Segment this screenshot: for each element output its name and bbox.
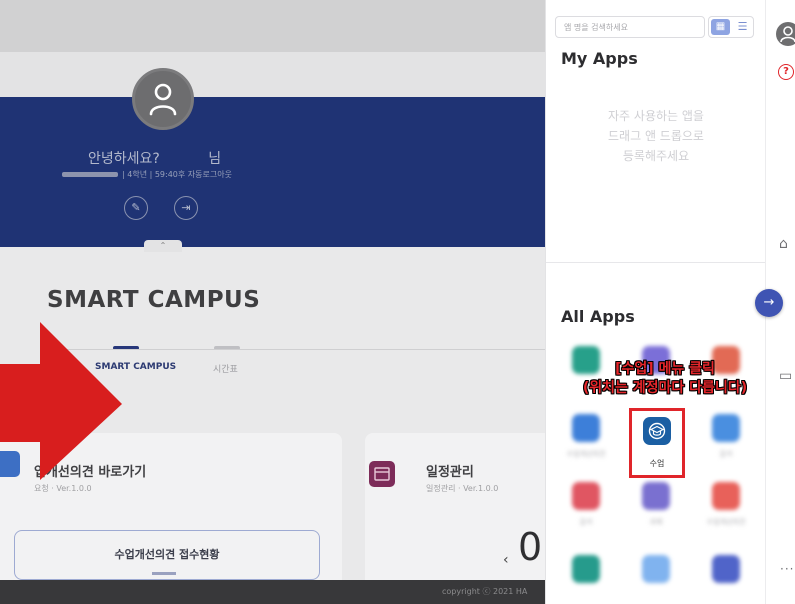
app-class-label: 수업 — [649, 459, 665, 468]
page-title: SMART CAMPUS — [47, 287, 261, 313]
user-info: | 4학년 | 59:40후 자동로그아웃 — [62, 169, 232, 180]
my-apps-title: My Apps — [561, 49, 638, 68]
guide-arrow-icon — [0, 322, 122, 480]
logout-icon: ⇥ — [181, 201, 191, 214]
app-search-input[interactable]: 앱 명을 검색하세요 — [555, 16, 705, 38]
view-toggle: ▦ ☰ — [708, 16, 754, 38]
search-placeholder: 앱 명을 검색하세요 — [564, 23, 628, 32]
app-window: 안녕하세요? 님 | 4학년 | 59:40후 자동로그아웃 ✎ ⇥ ⌃ SMA… — [0, 0, 795, 604]
app-class-tile — [643, 417, 671, 445]
greeting-text: 안녕하세요? — [88, 151, 160, 167]
more-icon[interactable]: ··· — [780, 562, 794, 576]
list-view-icon[interactable]: ☰ — [734, 19, 751, 35]
instruction-callout: [수업] 메뉴 클릭 (위치는 계정마다 다릅니다) — [568, 360, 762, 398]
main-page: 안녕하세요? 님 | 4학년 | 59:40후 자동로그아웃 ✎ ⇥ ⌃ SMA… — [0, 0, 545, 604]
user-icon — [780, 26, 795, 43]
app-label: 과제 — [649, 518, 663, 526]
pager-bar — [152, 572, 176, 575]
app-label: 출석 — [719, 450, 733, 458]
arrow-right-icon: → — [763, 295, 775, 310]
graduation-cap-icon — [648, 422, 666, 440]
app-icon — [712, 555, 740, 583]
app-icon — [712, 482, 740, 510]
footer: copyright ⓒ 2021 HA — [0, 580, 545, 604]
app-tile[interactable]: 수업개선의견 — [562, 412, 610, 468]
app-label: 수업개선의견 — [706, 518, 746, 526]
app-tile[interactable]: 과제 — [632, 480, 680, 536]
calendar-icon — [369, 461, 395, 487]
help-icon[interactable]: ? — [778, 64, 794, 80]
hero-top-strip — [0, 52, 545, 97]
schedule-count: 0 — [518, 525, 543, 569]
app-icon — [572, 555, 600, 583]
rail-user-avatar[interactable] — [776, 22, 795, 46]
edit-profile-button[interactable]: ✎ — [124, 196, 148, 220]
tab-timetable[interactable]: 시간표 — [213, 362, 238, 375]
chevron-up-icon: ⌃ — [159, 241, 167, 250]
card-schedule[interactable]: 일정관리 일정관리 · Ver.1.0.0 — [365, 433, 545, 603]
user-info-text: | 4학년 | 59:40후 자동로그아웃 — [122, 170, 232, 179]
callout-line-1: [수업] 메뉴 클릭 — [615, 361, 715, 377]
app-tile[interactable]: 출석 — [702, 412, 750, 468]
expand-arrow-button[interactable]: → — [755, 289, 783, 317]
card-subtitle: 일정관리 · Ver.1.0.0 — [426, 484, 499, 493]
chevron-left-icon[interactable]: ‹ — [503, 552, 509, 568]
profile-avatar[interactable] — [132, 68, 194, 130]
redacted-name — [62, 172, 118, 177]
grid-view-icon[interactable]: ▦ — [711, 19, 730, 35]
app-label: 출석 — [579, 518, 593, 526]
logout-button[interactable]: ⇥ — [174, 196, 198, 220]
app-label: 수업개선의견 — [566, 450, 606, 458]
my-apps-empty-message: 자주 사용하는 앱을 드래그 앤 드롭으로 등록해주세요 — [566, 106, 746, 166]
card-subtitle: 요청 · Ver.1.0.0 — [34, 484, 92, 493]
app-icon — [572, 414, 600, 442]
feedback-status-label: 수업개선의견 접수현황 — [114, 548, 220, 561]
user-icon — [149, 83, 177, 116]
app-icon — [642, 555, 670, 583]
empty-line-3: 등록해주세요 — [622, 149, 690, 163]
pencil-icon: ✎ — [131, 201, 141, 214]
empty-line-1: 자주 사용하는 앱을 — [608, 109, 704, 123]
app-icon — [572, 482, 600, 510]
app-drawer: 앱 명을 검색하세요 ▦ ☰ My Apps 자주 사용하는 앱을 드래그 앤 … — [545, 0, 783, 604]
greeting-suffix: 님 — [208, 151, 222, 167]
app-tile[interactable] — [632, 553, 680, 604]
home-icon[interactable]: ⌂ — [779, 236, 788, 252]
app-tile[interactable]: 출석 — [562, 480, 610, 536]
app-icon — [712, 414, 740, 442]
copyright-text: copyright ⓒ 2021 HA — [442, 587, 528, 596]
app-class-highlight[interactable]: 수업 — [629, 408, 685, 478]
card-title: 일정관리 — [426, 465, 474, 480]
empty-line-2: 드래그 앤 드롭으로 — [608, 129, 704, 143]
collapse-toggle[interactable]: ⌃ — [144, 240, 182, 252]
greeting: 안녕하세요? 님 — [88, 148, 288, 168]
app-tile[interactable] — [702, 553, 750, 604]
callout-line-2: (위치는 계정마다 다릅니다) — [582, 380, 748, 396]
all-apps-title: All Apps — [561, 307, 635, 326]
top-bar — [0, 0, 545, 52]
app-tile[interactable]: 수업개선의견 — [702, 480, 750, 536]
app-icon — [642, 482, 670, 510]
drawer-separator — [546, 262, 766, 263]
app-tile[interactable] — [562, 553, 610, 604]
monitor-icon[interactable]: ▭ — [779, 368, 792, 384]
